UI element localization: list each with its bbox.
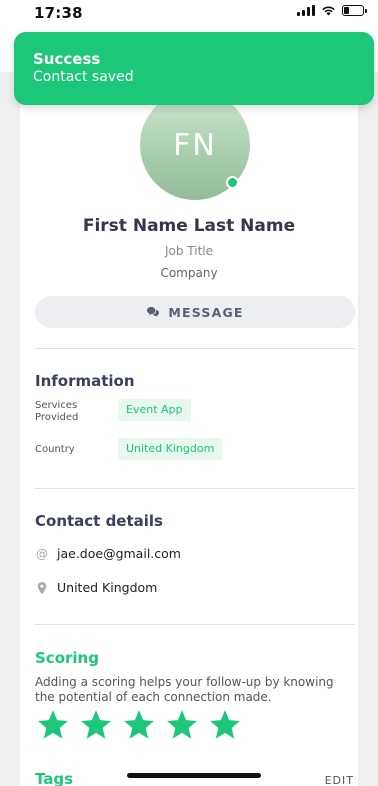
location-pin-icon xyxy=(37,581,47,594)
star-icon[interactable] xyxy=(78,708,114,742)
info-label-country: Country xyxy=(35,444,75,455)
info-chip-services: Event App xyxy=(118,399,191,421)
scoring-heading: Scoring xyxy=(35,649,99,667)
star-icon[interactable] xyxy=(35,708,71,742)
location-row: United Kingdom xyxy=(35,580,157,595)
star-icon[interactable] xyxy=(164,708,200,742)
star-icon[interactable] xyxy=(207,708,243,742)
toast-title: Success xyxy=(33,50,101,68)
wifi-icon xyxy=(322,6,335,16)
contact-company: Company xyxy=(160,266,218,280)
avatar-initials: FN xyxy=(173,127,217,163)
location-value: United Kingdom xyxy=(57,580,158,595)
status-time: 17:38 xyxy=(34,4,83,22)
success-toast[interactable]: Success Contact saved xyxy=(14,32,374,105)
divider xyxy=(35,348,355,349)
contact-details-heading: Contact details xyxy=(35,512,163,530)
email-row[interactable]: @ jae.doe@gmail.com xyxy=(35,546,181,561)
information-heading: Information xyxy=(35,372,135,390)
at-icon: @ xyxy=(36,546,48,561)
contact-job-title: Job Title xyxy=(164,244,214,258)
home-indicator[interactable] xyxy=(127,773,261,778)
info-label-services: Services Provided xyxy=(35,400,79,423)
divider xyxy=(35,624,355,625)
divider xyxy=(35,488,355,489)
message-button-label: MESSAGE xyxy=(168,304,244,320)
star-icon[interactable] xyxy=(121,708,157,742)
chat-icon xyxy=(147,307,160,317)
signal-icon xyxy=(297,5,315,16)
rating-stars xyxy=(35,708,243,742)
toast-message: Contact saved xyxy=(33,69,134,85)
status-icons xyxy=(297,5,367,16)
contact-name: First Name Last Name xyxy=(82,216,296,236)
contact-card: FN First Name Last Name Job Title Compan… xyxy=(20,78,358,786)
tags-edit-button[interactable]: EDIT xyxy=(325,774,354,786)
info-chip-country: United Kingdom xyxy=(118,438,223,460)
scoring-description: Adding a scoring helps your follow-up by… xyxy=(35,675,334,704)
tags-heading: Tags xyxy=(35,770,74,786)
email-value: jae.doe@gmail.com xyxy=(57,546,181,561)
message-button[interactable]: MESSAGE xyxy=(35,296,355,328)
online-status-dot xyxy=(226,176,239,189)
battery-icon xyxy=(342,5,367,16)
